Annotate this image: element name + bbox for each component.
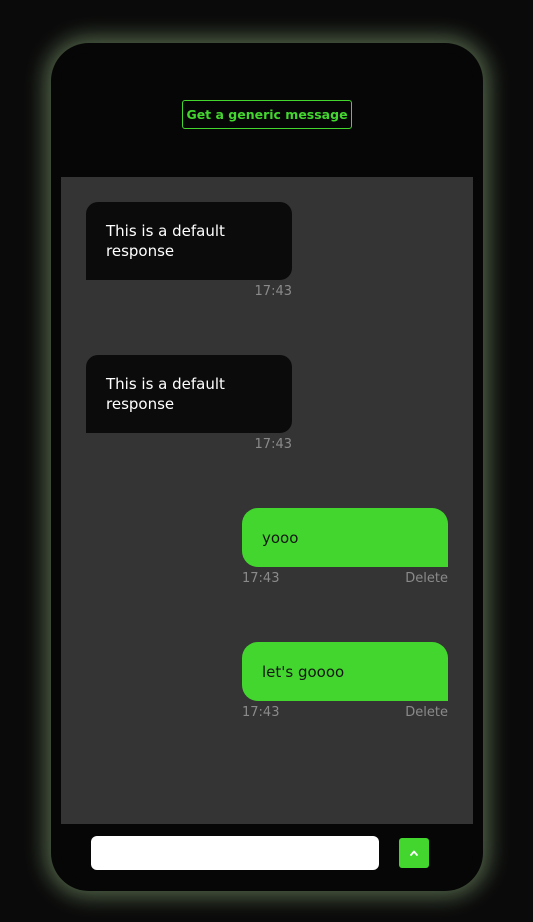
delete-message-button[interactable]: Delete: [405, 571, 448, 586]
chat-composer: [61, 824, 473, 881]
message-text: This is a default response: [106, 222, 225, 260]
bot-message: This is a default response 17:43: [86, 202, 292, 304]
message-list[interactable]: This is a default response 17:43 This is…: [61, 177, 473, 824]
message-meta: 17:43 Delete: [242, 571, 448, 591]
user-message-bubble: let's goooo: [242, 642, 448, 701]
delete-message-button[interactable]: Delete: [405, 705, 448, 720]
message-meta: 17:43 Delete: [242, 705, 448, 725]
send-button[interactable]: [399, 838, 429, 868]
message-timestamp: 17:43: [242, 705, 280, 720]
user-message: yooo 17:43 Delete: [242, 508, 448, 591]
message-text: yooo: [262, 528, 299, 547]
message-meta: 17:43: [86, 437, 292, 457]
chat-header: Get a generic message: [61, 53, 473, 177]
message-text: let's goooo: [262, 662, 345, 681]
bot-message: This is a default response 17:43: [86, 355, 292, 457]
message-timestamp: 17:43: [242, 571, 280, 586]
message-text: This is a default response: [106, 375, 225, 413]
chevron-up-icon: [410, 850, 418, 856]
message-timestamp: 17:43: [254, 284, 292, 299]
message-timestamp: 17:43: [254, 437, 292, 452]
message-meta: 17:43: [86, 284, 292, 304]
chat-screen: Get a generic message This is a default …: [61, 53, 473, 881]
get-generic-message-button[interactable]: Get a generic message: [182, 100, 352, 129]
bot-message-bubble: This is a default response: [86, 202, 292, 280]
user-message-bubble: yooo: [242, 508, 448, 567]
message-input[interactable]: [91, 836, 379, 870]
bot-message-bubble: This is a default response: [86, 355, 292, 433]
user-message: let's goooo 17:43 Delete: [242, 642, 448, 725]
phone-frame: Get a generic message This is a default …: [51, 43, 483, 891]
